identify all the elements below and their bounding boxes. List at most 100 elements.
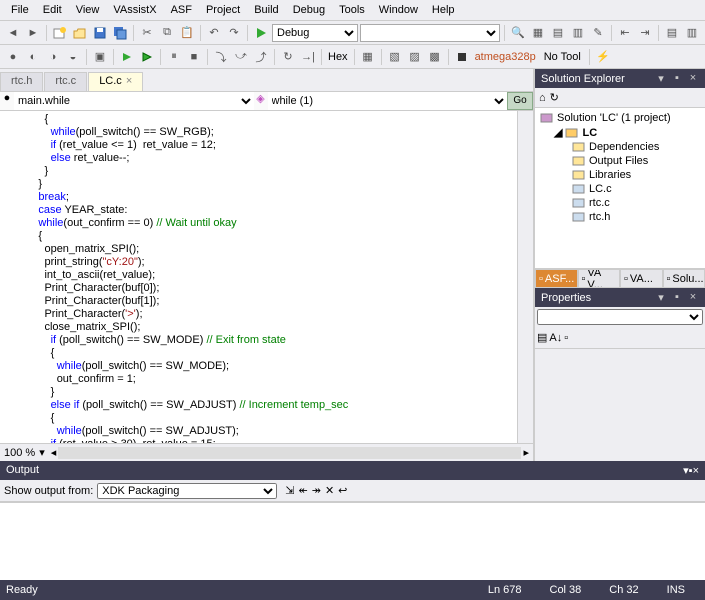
break4-icon[interactable]: ◒ <box>64 48 82 66</box>
code-editor[interactable]: { while(poll_switch() == SW_RGB); if (re… <box>0 111 517 443</box>
close-icon[interactable]: × <box>687 291 699 304</box>
dropdown-icon[interactable]: ▾ <box>655 72 667 85</box>
tool-label[interactable]: No Tool <box>540 51 585 63</box>
window1-icon[interactable]: ▦ <box>529 24 547 42</box>
go-button[interactable]: Go <box>507 92 533 110</box>
uncomment-icon[interactable]: ▥ <box>683 24 701 42</box>
redo-icon[interactable]: ↷ <box>225 24 243 42</box>
chip-icon[interactable]: ▣ <box>91 48 109 66</box>
tree-item-Libraries[interactable]: Libraries <box>538 168 702 182</box>
mem-icon[interactable]: ▦ <box>359 48 377 66</box>
close-tab-icon[interactable]: × <box>126 75 132 87</box>
start-debug-icon[interactable] <box>252 24 270 42</box>
dropdown-icon[interactable]: ▾ <box>655 291 667 304</box>
step-out-icon[interactable]: ⤴ <box>252 48 270 66</box>
break-icon[interactable]: ● <box>4 48 22 66</box>
zoom-dropdown-icon[interactable]: ▾ <box>39 446 45 459</box>
menu-project[interactable]: Project <box>199 2 247 18</box>
vertical-scrollbar[interactable] <box>517 111 533 443</box>
reg2-icon[interactable]: ▨ <box>406 48 424 66</box>
menu-file[interactable]: File <box>4 2 36 18</box>
home-icon[interactable]: ⌂ <box>539 92 546 104</box>
solution-root[interactable]: Solution 'LC' (1 project) <box>538 111 702 125</box>
next-icon[interactable]: ↠ <box>312 484 321 497</box>
right-tab-2[interactable]: ▫VA... <box>620 269 663 288</box>
clear-icon[interactable]: ✕ <box>325 484 334 497</box>
outdent-icon[interactable]: ⇤ <box>616 24 634 42</box>
menu-edit[interactable]: Edit <box>36 2 69 18</box>
file-tab-rtc-h[interactable]: rtc.h <box>0 72 43 91</box>
window3-icon[interactable]: ▥ <box>569 24 587 42</box>
horizontal-scrollbar[interactable] <box>58 447 521 459</box>
menu-tools[interactable]: Tools <box>332 2 372 18</box>
break2-icon[interactable]: ◐ <box>24 48 42 66</box>
hex-label[interactable]: Hex <box>326 51 350 63</box>
pin-icon[interactable]: ▪ <box>671 291 683 304</box>
right-tab-0[interactable]: ▫ASF... <box>535 269 578 288</box>
copy-icon[interactable]: ⧉ <box>158 24 176 42</box>
goto-icon[interactable]: ⇲ <box>285 484 294 497</box>
restart-icon[interactable]: ↻ <box>279 48 297 66</box>
run-nodebug-icon[interactable] <box>138 48 156 66</box>
break3-icon[interactable]: ◑ <box>44 48 62 66</box>
window2-icon[interactable]: ▤ <box>549 24 567 42</box>
file-tab-LC-c[interactable]: LC.c× <box>88 72 143 91</box>
alphabetical-icon[interactable]: A↓ <box>549 332 562 344</box>
reg3-icon[interactable]: ▩ <box>426 48 444 66</box>
refresh-icon[interactable]: ↻ <box>550 91 559 104</box>
step-over-icon[interactable]: ⤻ <box>232 48 250 66</box>
member-select[interactable]: while (1) <box>268 92 508 110</box>
file-tab-rtc-c[interactable]: rtc.c <box>44 72 87 91</box>
undo-icon[interactable]: ↶ <box>205 24 223 42</box>
output-body[interactable] <box>0 502 705 580</box>
right-tab-3[interactable]: ▫Solu... <box>663 269 705 288</box>
menu-vassistx[interactable]: VAssistX <box>106 2 163 18</box>
pin-icon[interactable]: ▪ <box>671 72 683 85</box>
platform-select[interactable] <box>360 24 500 42</box>
menu-build[interactable]: Build <box>247 2 285 18</box>
step-into-icon[interactable]: ⤵ <box>212 48 230 66</box>
config-select[interactable]: Debug <box>272 24 358 42</box>
menu-window[interactable]: Window <box>372 2 425 18</box>
chip2-icon[interactable] <box>453 48 471 66</box>
find-icon[interactable]: 🔍 <box>509 24 527 42</box>
wrap-icon[interactable]: ↩ <box>338 484 347 497</box>
menu-help[interactable]: Help <box>425 2 462 18</box>
pause-icon[interactable]: ⏸ <box>165 48 183 66</box>
comment-icon[interactable]: ▤ <box>663 24 681 42</box>
cut-icon[interactable]: ✂ <box>138 24 156 42</box>
tree-item-Output-Files[interactable]: Output Files <box>538 154 702 168</box>
menu-debug[interactable]: Debug <box>286 2 332 18</box>
zoom-level[interactable]: 100 % <box>4 447 35 459</box>
save-all-icon[interactable] <box>111 24 129 42</box>
menu-view[interactable]: View <box>69 2 107 18</box>
reg1-icon[interactable]: ▧ <box>386 48 404 66</box>
lightning-icon[interactable]: ⚡ <box>594 48 612 66</box>
new-project-icon[interactable] <box>51 24 69 42</box>
device-label[interactable]: atmega328p <box>473 51 538 63</box>
properties-object-select[interactable] <box>537 309 703 325</box>
tree-item-rtc-c[interactable]: rtc.c <box>538 196 702 210</box>
paste-icon[interactable]: 📋 <box>178 24 196 42</box>
output-from-select[interactable]: XDK Packaging <box>97 483 277 499</box>
solution-tree[interactable]: Solution 'LC' (1 project)◢ LCDependencie… <box>535 108 705 268</box>
tree-item-Dependencies[interactable]: Dependencies <box>538 140 702 154</box>
navigate-back-icon[interactable]: ◄ <box>4 24 22 42</box>
run-to-icon[interactable]: →| <box>299 48 317 66</box>
close-icon[interactable]: × <box>687 72 699 85</box>
properties-grid[interactable] <box>535 349 705 461</box>
categorized-icon[interactable]: ▤ <box>537 331 547 344</box>
right-tab-1[interactable]: ▫VA V... <box>578 269 621 288</box>
expand-icon[interactable]: ◢ <box>554 126 562 139</box>
close-icon[interactable]: × <box>693 465 699 477</box>
menu-asf[interactable]: ASF <box>164 2 199 18</box>
open-icon[interactable] <box>71 24 89 42</box>
h-scroll-right-icon[interactable]: ▸ <box>523 446 529 459</box>
tree-item-rtc-h[interactable]: rtc.h <box>538 210 702 224</box>
h-scroll-left-icon[interactable]: ◂ <box>51 446 57 459</box>
save-icon[interactable] <box>91 24 109 42</box>
tree-item-LC-c[interactable]: LC.c <box>538 182 702 196</box>
prop-pages-icon[interactable]: ▫ <box>564 332 568 344</box>
indent-icon[interactable]: ⇥ <box>636 24 654 42</box>
navigate-forward-icon[interactable]: ► <box>24 24 42 42</box>
